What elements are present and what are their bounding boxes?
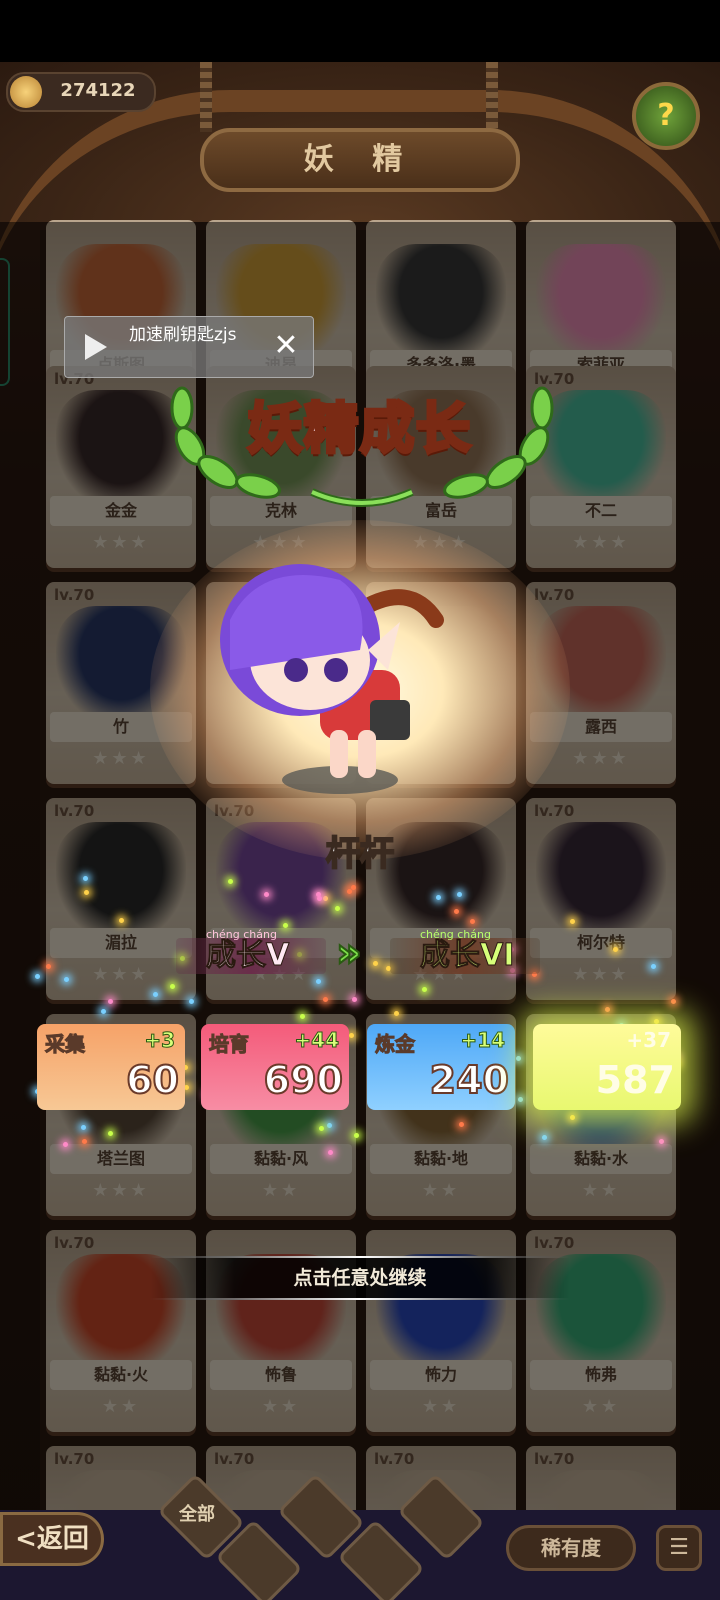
coin-icon [10,76,42,108]
rope-left [200,62,212,132]
stat-increase: +3 [144,1028,176,1053]
stat-value: 587 [595,1058,675,1102]
rope-right [486,62,498,132]
sparkle [604,1006,610,1012]
sparkle [81,1124,87,1130]
double-arrow-icon: » [335,929,363,977]
sparkle [188,998,194,1004]
stat-label: 炼金 [375,1032,416,1057]
sparkle [569,918,575,924]
modal-title: 妖精成长 [246,395,472,462]
hint-top-line [150,1256,570,1258]
stat-value: 60 [125,1057,180,1103]
game-screen[interactable]: 274122 ? 妖 精 卢斯图★★★迪昂★★★多多洛·墨★★★索菲亚★★★lv… [0,0,720,1600]
sparkle [322,896,328,902]
sparkle [62,1142,68,1148]
sparkle [421,986,427,992]
sparkle [108,1130,114,1136]
stat-label: 采集 [45,1032,86,1057]
sparkle [118,917,124,923]
stat-collect: 采集 +3 60 [37,1024,185,1110]
page-title: 妖 精 [303,142,417,177]
growth-from: 成长V [205,938,290,974]
sparkle [515,1055,521,1061]
sparkle [612,946,618,952]
sparkle [227,878,233,884]
sparkle [100,1008,106,1014]
sparkle [517,1096,523,1102]
sparkle [670,999,676,1005]
sparkle [45,963,51,969]
stat-value: 240 [429,1057,510,1103]
stat-value: 690 [263,1057,344,1103]
back-button[interactable]: <返回 [0,1512,104,1566]
stat-fourth: +37 587 [533,1024,681,1110]
sparkle [152,991,158,997]
continue-text: 点击任意处继续 [293,1267,427,1289]
sparkle [83,889,89,895]
sparkle [63,977,69,983]
sparkle [435,895,441,901]
play-icon[interactable] [85,334,107,360]
stat-increase: +44 [294,1028,340,1053]
stat-label: 培育 [209,1032,250,1057]
growth-to: 成长VI [419,938,515,974]
continue-hint[interactable]: 点击任意处继续 [150,1256,570,1300]
coin-value: 274122 [60,80,136,101]
rarity-sort-button[interactable]: 稀有度 [506,1525,636,1571]
title-plate: 妖 精 [200,128,520,192]
list-icon[interactable]: ☰ [656,1525,702,1571]
sparkle [469,918,475,924]
sparkle [169,984,175,990]
coin-counter: 274122 [6,72,156,112]
filter-all-label: 全部 [179,1504,215,1525]
sparkle [81,1138,87,1144]
close-icon[interactable]: ✕ [269,329,303,363]
hero-character [220,564,444,794]
ad-text: 加速刷钥匙zjs [129,325,237,345]
sparkle [326,1122,332,1128]
hero-name: 杆杆 [325,833,395,875]
sparkle [318,1125,324,1131]
sparkle [34,974,40,980]
sparkle [569,1114,575,1120]
stat-increase: +37 [626,1028,671,1052]
question-icon: ? [657,98,675,133]
stat-increase: +14 [460,1028,506,1053]
stat-breed: 培育 +44 690 [201,1024,349,1110]
help-button[interactable]: ? [632,82,700,150]
status-bar [0,0,720,62]
sparkle [348,1032,354,1038]
stat-alchemy: 炼金 +14 240 [367,1024,515,1110]
hint-bottom-line [150,1298,570,1300]
